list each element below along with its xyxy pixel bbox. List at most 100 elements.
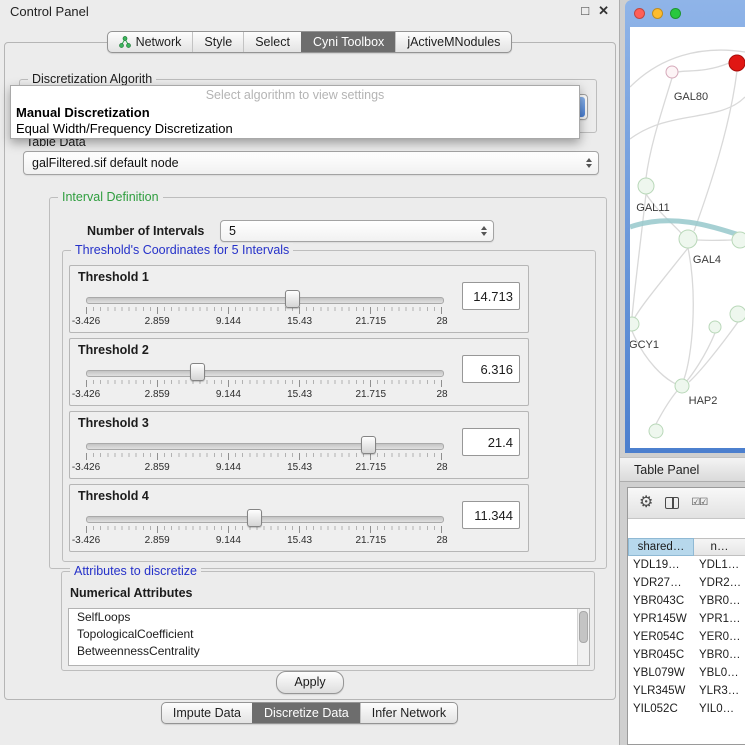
number-of-intervals-combobox[interactable]: 5 [220, 220, 494, 242]
number-of-intervals-value: 5 [229, 221, 236, 241]
cell-shared-name[interactable]: YBR045C [628, 646, 694, 664]
cell-name[interactable]: YLR3… [694, 682, 745, 700]
tab-network[interactable]: Network [108, 32, 193, 52]
cell-name[interactable]: YIL0… [694, 700, 745, 718]
tab-cyni-toolbox[interactable]: Cyni Toolbox [301, 32, 395, 52]
cell-name[interactable]: YBR0… [694, 646, 745, 664]
slider-thumb[interactable] [361, 436, 376, 454]
table-body: YDL19…YDL1… YDR27…YDR2… YBR043CYBR0… YPR… [628, 556, 745, 744]
slider-thumb[interactable] [190, 363, 205, 381]
zoom-traffic-light-icon[interactable] [670, 8, 681, 19]
combobox-stepper-icon[interactable] [481, 226, 487, 236]
threshold-panel-3: Threshold 3 -3.426 2.859 9.144 15.43 21.… [69, 411, 529, 479]
tick-label: 15.43 [287, 462, 312, 473]
cell-shared-name[interactable]: YDL19… [628, 556, 694, 574]
node-gcy1[interactable] [630, 317, 639, 331]
table-row[interactable]: YLR345WYLR3… [628, 682, 745, 700]
discretization-algorithm-group-label: Discretization Algorith [28, 72, 156, 86]
scrollbar-thumb[interactable] [579, 611, 588, 643]
tick-label: -3.426 [72, 316, 100, 327]
tab-select[interactable]: Select [243, 32, 301, 52]
columns-icon[interactable] [665, 497, 679, 509]
table-row[interactable]: YBL079WYBL0… [628, 664, 745, 682]
table-data-combobox[interactable]: galFiltered.sif default node [23, 151, 599, 175]
node[interactable] [649, 424, 663, 438]
numerical-attributes-list[interactable]: SelfLoops TopologicalCoefficient Between… [68, 608, 590, 666]
table-row[interactable]: YBR043CYBR0… [628, 592, 745, 610]
minimize-traffic-light-icon[interactable] [652, 8, 663, 19]
table-row[interactable]: YBR045CYBR0… [628, 646, 745, 664]
node[interactable] [730, 306, 745, 322]
slider-thumb[interactable] [247, 509, 262, 527]
threshold-3-value[interactable]: 21.4 [462, 428, 520, 456]
tick-label: 2.859 [145, 535, 170, 546]
cell-shared-name[interactable]: YIL052C [628, 700, 694, 718]
threshold-4-value[interactable]: 11.344 [462, 501, 520, 529]
apply-button[interactable]: Apply [276, 671, 344, 694]
cell-shared-name[interactable]: YBR043C [628, 592, 694, 610]
slider-track[interactable] [86, 370, 444, 377]
node-gal11[interactable] [638, 178, 654, 194]
cell-name[interactable]: YDR2… [694, 574, 745, 592]
cell-shared-name[interactable]: YLR345W [628, 682, 694, 700]
threshold-1-slider[interactable]: -3.426 2.859 9.144 15.43 21.715 28 [86, 290, 442, 330]
table-row[interactable]: YPR145WYPR1… [628, 610, 745, 628]
threshold-3-slider[interactable]: -3.426 2.859 9.144 15.43 21.715 28 [86, 436, 442, 476]
gear-icon[interactable]: ⚙ [639, 495, 653, 511]
combobox-stepper-icon[interactable] [586, 158, 592, 168]
list-item[interactable]: BetweennessCentrality [69, 643, 589, 660]
slider-track[interactable] [86, 297, 444, 304]
tab-style[interactable]: Style [192, 32, 243, 52]
list-scrollbar[interactable] [577, 609, 589, 665]
tab-infer-network[interactable]: Infer Network [360, 703, 457, 723]
table-row[interactable]: YDR27…YDR2… [628, 574, 745, 592]
table-row[interactable]: YER054CYER0… [628, 628, 745, 646]
table-row[interactable]: YIL052CYIL0… [628, 700, 745, 718]
control-panel-window: Control Panel □ ✕ Network Style [0, 0, 620, 745]
cell-name[interactable]: YPR1… [694, 610, 745, 628]
node-gal4[interactable] [679, 230, 697, 248]
close-traffic-light-icon[interactable] [634, 8, 645, 19]
cell-shared-name[interactable]: YDR27… [628, 574, 694, 592]
dropdown-option-manual-discretization[interactable]: Manual Discretization [11, 104, 579, 120]
threshold-2-slider[interactable]: -3.426 2.859 9.144 15.43 21.715 28 [86, 363, 442, 403]
threshold-4-slider[interactable]: -3.426 2.859 9.144 15.43 21.715 28 [86, 509, 442, 549]
cell-shared-name[interactable]: YBL079W [628, 664, 694, 682]
tab-impute-data[interactable]: Impute Data [162, 703, 252, 723]
slider-track[interactable] [86, 516, 444, 523]
column-header-shared-name[interactable]: shared… [628, 538, 694, 556]
thresholds-group: Threshold's Coordinates for 5 Intervals … [62, 250, 596, 562]
list-item[interactable]: TopologicalCoefficient [69, 626, 589, 643]
slider-thumb[interactable] [285, 290, 300, 308]
cell-name[interactable]: YBL0… [694, 664, 745, 682]
node[interactable] [732, 232, 745, 248]
selected-node[interactable] [729, 55, 745, 71]
node-gal80[interactable] [666, 66, 678, 78]
network-canvas[interactable]: GAL80 GAL11 GAL4 GCY1 HAP2 [630, 27, 745, 448]
table-row[interactable]: YDL19…YDL1… [628, 556, 745, 574]
tick-label: 2.859 [145, 389, 170, 400]
close-icon[interactable]: ✕ [598, 0, 609, 22]
slider-track[interactable] [86, 443, 444, 450]
select-columns-icon[interactable]: ☑☑ [691, 498, 707, 508]
tick-label: 9.144 [216, 316, 241, 327]
node[interactable] [709, 321, 721, 333]
tick-label: 15.43 [287, 316, 312, 327]
node-hap2[interactable] [675, 379, 689, 393]
cell-shared-name[interactable]: YER054C [628, 628, 694, 646]
threshold-1-value[interactable]: 14.713 [462, 282, 520, 310]
tab-discretize-data[interactable]: Discretize Data [252, 703, 360, 723]
list-item[interactable]: SelfLoops [69, 609, 589, 626]
tab-jactivemnodules[interactable]: jActiveMNodules [395, 32, 511, 52]
dropdown-option-equal-width[interactable]: Equal Width/Frequency Discretization [11, 120, 579, 136]
attributes-group-label: Attributes to discretize [70, 564, 201, 578]
cell-name[interactable]: YDL1… [694, 556, 745, 574]
threshold-2-value[interactable]: 6.316 [462, 355, 520, 383]
column-header-name[interactable]: n… [694, 538, 745, 556]
cell-shared-name[interactable]: YPR145W [628, 610, 694, 628]
cell-name[interactable]: YBR0… [694, 592, 745, 610]
cell-name[interactable]: YER0… [694, 628, 745, 646]
float-window-icon[interactable]: □ [581, 0, 589, 22]
slider-tick-labels: -3.426 2.859 9.144 15.43 21.715 28 [86, 462, 442, 474]
numerical-attributes-label: Numerical Attributes [70, 586, 192, 600]
